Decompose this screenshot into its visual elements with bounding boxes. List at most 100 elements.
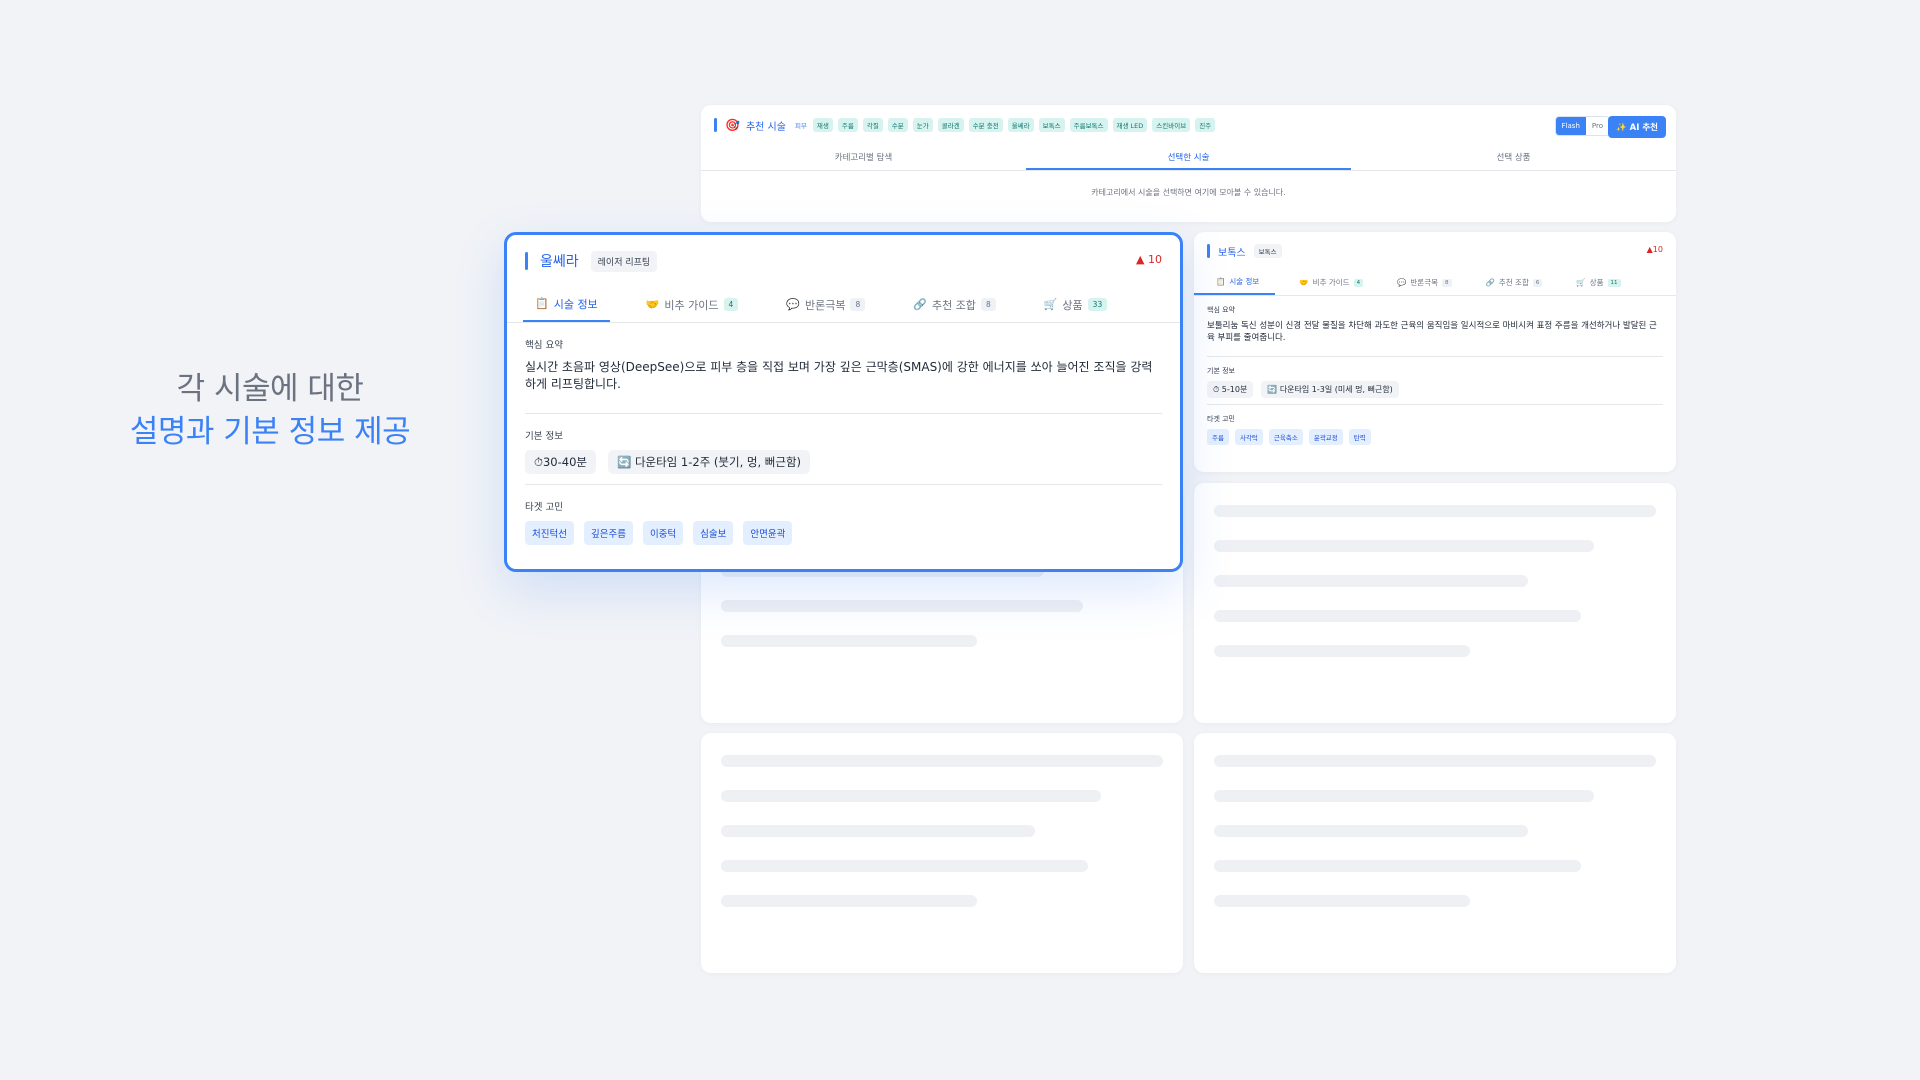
duration-pill: ⏱30-40분: [525, 450, 596, 474]
target-chip: 깊은주름: [583, 521, 633, 545]
tab-count: 4: [723, 298, 739, 311]
procedure-name: 울쎄라: [540, 254, 579, 270]
downtime-pill: 🔄 다운타임 1-3일 (미세 멍, 뻐근함): [1261, 381, 1399, 398]
accent-bar: [714, 118, 717, 132]
category-chip[interactable]: 주름: [837, 118, 858, 132]
category-chip[interactable]: 재생: [812, 118, 833, 132]
procedure-name: 보톡스: [1218, 247, 1246, 259]
tab-selected-procedures[interactable]: 선택한 시술: [1026, 145, 1351, 170]
target-chip: 심술보: [693, 521, 734, 545]
skeleton-line: [1214, 610, 1581, 622]
target-concerns: 처진턱선 깊은주름 이중턱 심술보 안면윤곽: [525, 521, 1162, 545]
category-chip[interactable]: 진주: [1195, 118, 1216, 132]
category-chip[interactable]: 눈가: [912, 118, 933, 132]
mode-flash-option[interactable]: Flash: [1555, 117, 1586, 135]
tab-category-browse[interactable]: 카테고리별 탐색: [701, 145, 1026, 170]
tab-selected-products[interactable]: 선택 상품: [1351, 145, 1676, 170]
category-chip[interactable]: 재생 LED: [1112, 118, 1148, 132]
tab-objection-handling[interactable]: 💬 반론극복 8: [774, 287, 877, 322]
tab-products[interactable]: 🛒 상품 33: [1032, 287, 1120, 322]
mode-pro-option[interactable]: Pro: [1586, 117, 1609, 135]
downtime-pill: 🔄 다운타임 1-2주 (붓기, 멍, 뻐근함): [607, 450, 811, 474]
skeleton-card: [1194, 483, 1676, 723]
summary-text: 실시간 초음파 영상(DeepSee)으로 피부 층을 직접 보며 가장 깊은 …: [525, 359, 1162, 414]
summary-text: 보툴리눔 독신 성분이 신경 전달 물질을 차단해 과도한 근육의 움직임을 일…: [1207, 320, 1663, 357]
tab-count: 8: [850, 298, 866, 311]
category-chip[interactable]: 수분: [887, 118, 908, 132]
warning-count: ▲10: [1646, 245, 1663, 254]
headline-line-1: 각 시술에 대한: [176, 371, 364, 407]
target-icon: 🎯: [725, 118, 740, 132]
tab-label: 비추 가이드: [664, 298, 719, 312]
tab-procedure-info[interactable]: 📋 시술 정보: [523, 287, 610, 322]
skeleton-line: [1214, 895, 1471, 907]
tab-count: 8: [1442, 278, 1452, 287]
category-chip[interactable]: 수분 충전: [968, 118, 1003, 132]
tab-not-recommended-guide[interactable]: 🤝 비추 가이드 4: [1289, 270, 1373, 295]
category-chips: 피부 재생 주름 각질 수분 눈가 콜라겐 수분 충전 울쎄라 보톡스 주름보톡…: [794, 118, 1216, 132]
handshake-icon: 🤝: [1299, 278, 1309, 287]
category-chip[interactable]: 울쎄라: [1007, 118, 1034, 132]
cart-icon: 🛒: [1043, 298, 1058, 311]
skeleton-line: [721, 790, 1102, 802]
summary-label: 핵심 요약: [525, 340, 563, 351]
tab-label: 반론극복: [804, 298, 846, 312]
category-chip[interactable]: 콜라겐: [937, 118, 964, 132]
target-chip: 이중턱: [642, 521, 684, 545]
skeleton-line: [721, 895, 978, 907]
target-concerns-label: 타겟 고민: [1207, 415, 1235, 423]
tab-recommended-combo[interactable]: 🔗 추천 조합 8: [901, 287, 1007, 322]
target-chip: 탄력: [1348, 429, 1371, 445]
tab-products[interactable]: 🛒 상품 11: [1566, 270, 1630, 295]
handshake-icon: 🤝: [645, 298, 660, 311]
empty-hint: 카테고리에서 시술을 선택하면 여기에 모아볼 수 있습니다.: [1091, 188, 1286, 197]
tab-label: 반론극복: [1410, 278, 1439, 287]
accent-bar: [1207, 244, 1210, 258]
target-chip: 주름: [1207, 429, 1229, 445]
procedure-card-ulthera: 울쎄라 레이저 리프팅 ▲ 10 📋 시술 정보 🤝 비추 가이드 4 💬 반론…: [504, 232, 1183, 572]
target-chip: 처진턱선: [525, 521, 574, 545]
tab-recommended-combo[interactable]: 🔗 추천 조합 6: [1476, 270, 1553, 295]
skeleton-card: [1194, 733, 1676, 973]
tab-label: 추천 조합: [931, 298, 976, 312]
tab-procedure-info[interactable]: 📋 시술 정보: [1194, 270, 1276, 295]
target-chip: 근육축소: [1268, 429, 1303, 445]
category-chip[interactable]: 보톡스: [1038, 118, 1065, 132]
tab-count: 4: [1353, 278, 1364, 287]
skeleton-line: [1214, 755, 1656, 767]
skeleton-card: [701, 733, 1183, 973]
skeleton-line: [1214, 860, 1581, 872]
tab-objection-handling[interactable]: 💬 반론극복 8: [1387, 270, 1461, 295]
procedure-category-tag: 레이저 리프팅: [590, 250, 658, 272]
basic-info: ⏱ 5-10분 🔄 다운타임 1-3일 (미세 멍, 뻐근함): [1207, 381, 1663, 405]
accent-bar: [525, 252, 528, 270]
skeleton-line: [721, 860, 1088, 872]
tab-label: 상품: [1589, 278, 1604, 287]
skeleton-line: [1214, 540, 1595, 552]
skeleton-line: [721, 825, 1035, 837]
tab-count: 33: [1087, 298, 1108, 311]
procedure-category-tag: 보톡스: [1253, 244, 1282, 258]
warning-count: ▲ 10: [1136, 253, 1162, 266]
headline-line-2: 설명과 기본 정보 제공: [129, 414, 411, 450]
link-icon: 🔗: [1485, 278, 1495, 287]
skeleton-line: [721, 755, 1163, 767]
category-chip[interactable]: 각질: [862, 118, 883, 132]
tab-label: 시술 정보: [553, 297, 598, 311]
category-chip[interactable]: 스킨바이브: [1152, 118, 1191, 132]
target-concerns: 주름 사각턱 근육축소 윤곽교정 탄력: [1207, 429, 1663, 445]
basic-info: ⏱30-40분 🔄 다운타임 1-2주 (붓기, 멍, 뻐근함): [525, 450, 1162, 485]
summary-label: 핵심 요약: [1207, 306, 1235, 314]
procedure-tabs: 📋 시술 정보 🤝 비추 가이드 4 💬 반론극복 8 🔗 추천 조합 6 🛒 …: [1194, 270, 1676, 296]
target-chip: 사각턱: [1234, 429, 1263, 445]
recommend-panel: 🎯 추천 시술 피부 재생 주름 각질 수분 눈가 콜라겐 수분 충전 울쎄라 …: [701, 105, 1676, 222]
target-concerns-label: 타겟 고민: [525, 502, 563, 513]
speech-bubble-icon: 💬: [786, 298, 800, 311]
ai-recommend-button[interactable]: ✨ AI 추천: [1608, 116, 1666, 138]
clipboard-icon: 📋: [1216, 277, 1226, 286]
category-chip[interactable]: 주름보톡스: [1069, 118, 1108, 132]
category-chip[interactable]: 피부: [794, 118, 808, 132]
skeleton-line: [1214, 825, 1528, 837]
tab-not-recommended-guide[interactable]: 🤝 비추 가이드 4: [634, 287, 751, 322]
recommend-title: 추천 시술: [745, 121, 786, 133]
